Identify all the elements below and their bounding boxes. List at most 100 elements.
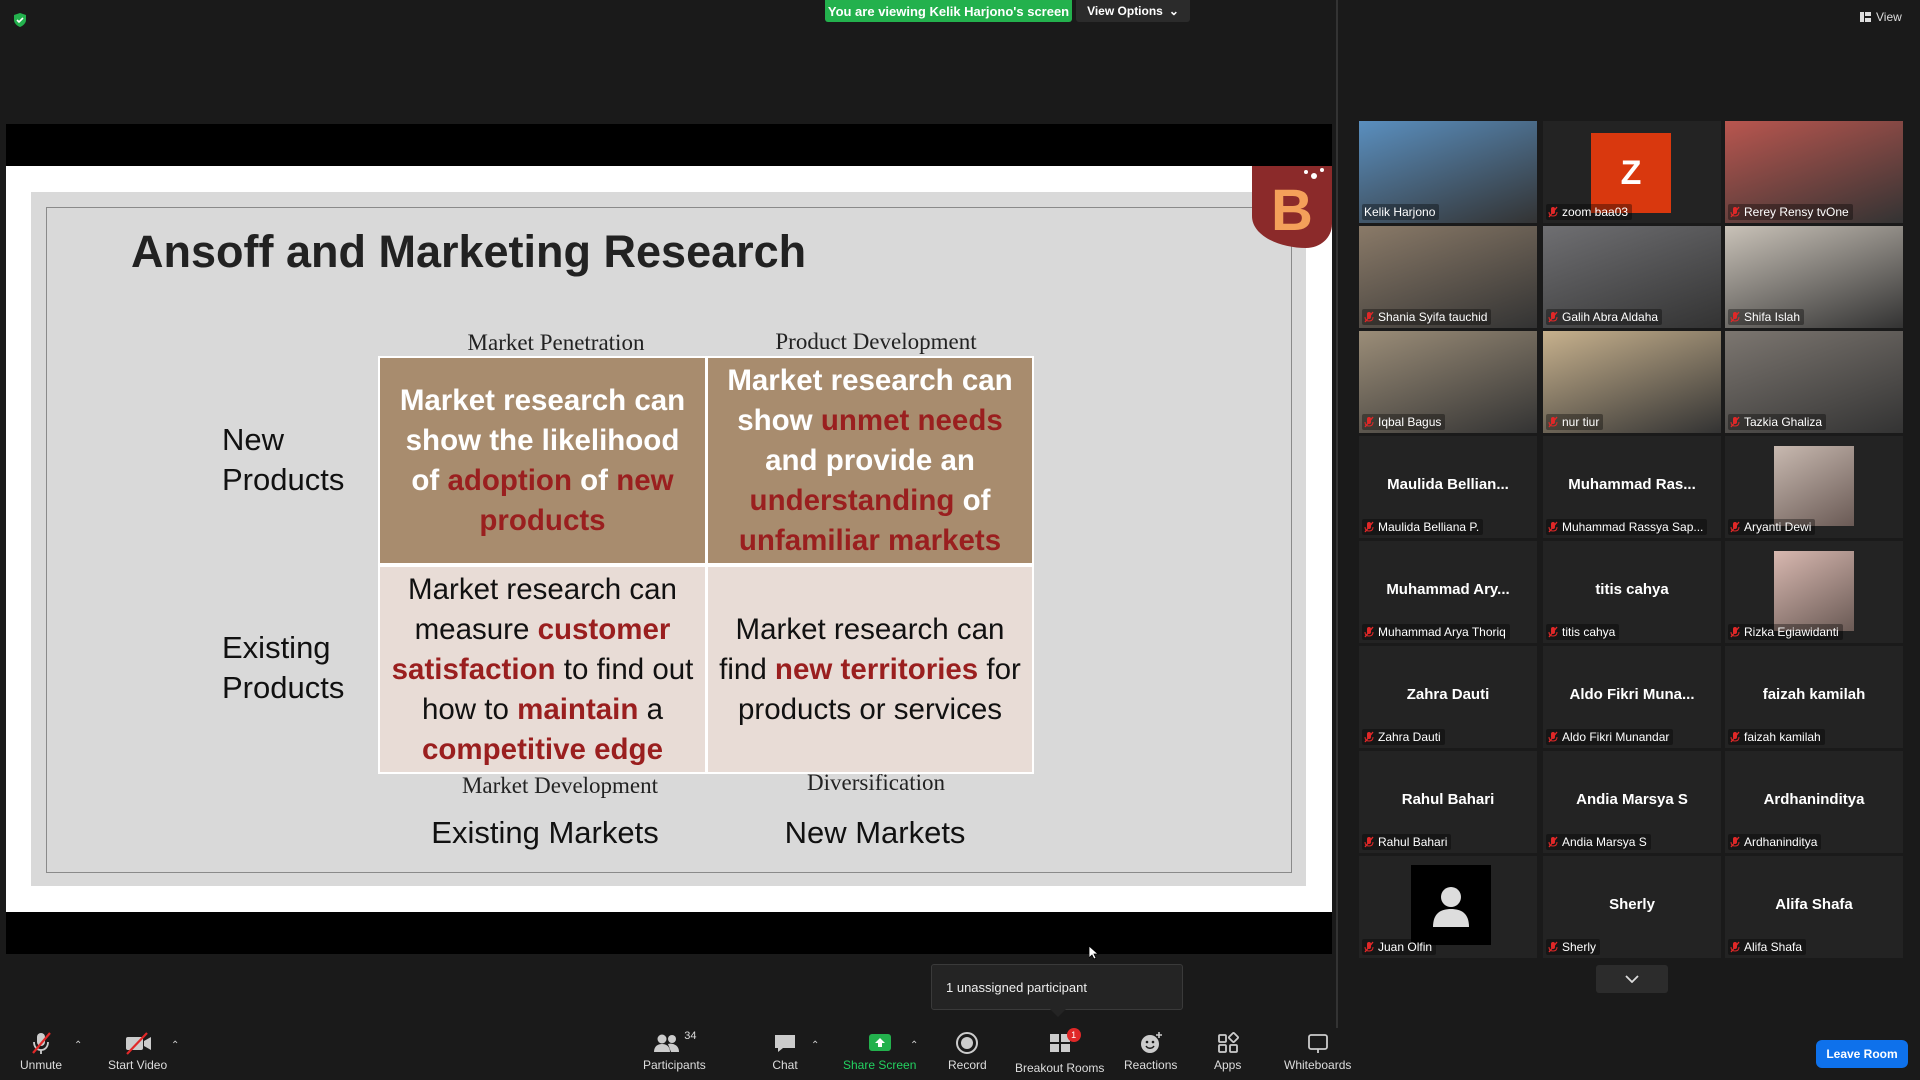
muted-mic-icon	[1364, 731, 1374, 743]
participant-tile[interactable]: Zzoom baa03	[1543, 121, 1721, 223]
viewing-banner-text: You are viewing Kelik Harjono's screen	[827, 3, 1070, 19]
participant-tile[interactable]: Shania Syifa tauchid	[1359, 226, 1537, 328]
cell-highlight: adoption	[447, 463, 572, 497]
muted-mic-icon	[1730, 521, 1740, 533]
participant-tile[interactable]: Tazkia Ghaliza	[1725, 331, 1903, 433]
start-video-label: Start Video	[108, 1058, 168, 1072]
breakout-rooms-label: Breakout Rooms	[1015, 1061, 1105, 1075]
participant-name-label: Rerey Rensy tvOne	[1728, 204, 1853, 220]
participant-name: faizah kamilah	[1744, 730, 1821, 744]
muted-mic-icon	[1364, 626, 1374, 638]
mouse-cursor-icon	[1088, 945, 1100, 965]
view-options-button[interactable]: View Options ⌄	[1076, 0, 1190, 22]
participant-tile[interactable]: Rerey Rensy tvOne	[1725, 121, 1903, 223]
panel-divider[interactable]	[1336, 0, 1338, 1030]
muted-mic-icon	[1364, 521, 1374, 533]
audio-options-caret-icon[interactable]: ⌃	[74, 1040, 82, 1051]
chat-button[interactable]: Chat	[772, 1030, 798, 1072]
participant-name: Juan Olfin	[1378, 940, 1433, 954]
header-market-development: Market Development	[461, 773, 659, 798]
row-label-new-line2: Products	[222, 462, 345, 497]
cell-text: and provide an	[765, 443, 975, 477]
participant-tile[interactable]: Juan Olfin	[1359, 856, 1537, 958]
view-options-label: View Options	[1087, 4, 1163, 18]
participant-tile[interactable]: Aryanti Dewi	[1725, 436, 1903, 538]
chevron-down-icon	[1625, 975, 1639, 983]
participant-name-label: Ardhaninditya	[1728, 834, 1822, 850]
leave-room-button[interactable]: Leave Room	[1816, 1040, 1908, 1068]
column-label-new-markets: New Markets	[784, 815, 966, 850]
participant-name-label: Tazkia Ghaliza	[1728, 414, 1827, 430]
participant-name-label: Andia Marsya S	[1546, 834, 1651, 850]
muted-mic-icon	[1730, 836, 1740, 848]
row-label-existing-line2: Products	[222, 670, 345, 705]
participant-tile[interactable]: titis cahya titis cahya	[1543, 541, 1721, 643]
participant-tile[interactable]: Zahra Dauti Zahra Dauti	[1359, 646, 1537, 748]
participant-name-label: Maulida Belliana P.	[1362, 519, 1484, 535]
participant-tile[interactable]: Muhammad Ary... Muhammad Arya Thoriq	[1359, 541, 1537, 643]
share-options-caret-icon[interactable]: ⌃	[910, 1040, 918, 1051]
profile-photo	[1774, 446, 1854, 526]
start-video-button[interactable]: Start Video	[108, 1030, 167, 1072]
cell-highlight: unfamiliar markets	[738, 523, 1002, 557]
participant-display-name: Alifa Shafa	[1775, 896, 1853, 913]
participant-tile[interactable]: Alifa Shafa Alifa Shafa	[1725, 856, 1903, 958]
ansoff-matrix: Market research can show the likelihood …	[378, 356, 1034, 774]
participant-tile[interactable]: Kelik Harjono	[1359, 121, 1537, 223]
participant-tile[interactable]: Muhammad Ras... Muhammad Rassya Sap...	[1543, 436, 1721, 538]
muted-mic-icon	[1730, 311, 1740, 323]
record-button[interactable]: Record	[948, 1030, 987, 1072]
participants-icon	[654, 1034, 680, 1052]
participant-tile[interactable]: Rizka Egiawidanti	[1725, 541, 1903, 643]
participant-display-name: Rahul Bahari	[1401, 791, 1495, 808]
muted-mic-icon	[1548, 206, 1558, 218]
participant-tile[interactable]: Shifa Islah	[1725, 226, 1903, 328]
participant-tile[interactable]: Galih Abra Aldaha	[1543, 226, 1721, 328]
participant-name-label: Muhammad Arya Thoriq	[1362, 624, 1510, 640]
muted-mic-icon	[1730, 941, 1740, 953]
breakout-rooms-button[interactable]: 1 Breakout Rooms	[1015, 1028, 1105, 1075]
gallery-next-page-button[interactable]	[1596, 965, 1668, 993]
cell-market-development: Market research can measure customer sat…	[380, 567, 705, 772]
participant-name: Zahra Dauti	[1378, 730, 1441, 744]
participant-name: zoom baa03	[1562, 205, 1629, 219]
unmute-button[interactable]: Unmute	[20, 1030, 62, 1072]
viewing-screen-banner: You are viewing Kelik Harjono's screen	[825, 0, 1072, 22]
apps-button[interactable]: Apps	[1214, 1030, 1241, 1072]
participant-tile[interactable]: faizah kamilah faizah kamilah	[1725, 646, 1903, 748]
security-shield-icon[interactable]	[12, 12, 28, 28]
whiteboards-label: Whiteboards	[1284, 1058, 1352, 1072]
video-options-caret-icon[interactable]: ⌃	[171, 1040, 179, 1051]
participant-display-name: Zahra Dauti	[1406, 686, 1490, 703]
cell-text: a	[638, 692, 664, 726]
view-label: View	[1876, 10, 1902, 24]
participant-tile[interactable]: Aldo Fikri Muna... Aldo Fikri Munandar	[1543, 646, 1721, 748]
participant-name: Shania Syifa tauchid	[1378, 310, 1488, 324]
participant-tile[interactable]: Rahul Bahari Rahul Bahari	[1359, 751, 1537, 853]
cell-highlight: competitive edge	[422, 732, 663, 766]
participant-tile[interactable]: nur tiur	[1543, 331, 1721, 433]
row-label-new-products: New Products	[222, 420, 344, 500]
participant-display-name: Muhammad Ary...	[1386, 581, 1510, 598]
cell-text: of	[954, 483, 991, 517]
participant-avatar: Z	[1591, 133, 1671, 213]
grid-view-icon	[1860, 12, 1871, 22]
whiteboards-button[interactable]: Whiteboards	[1284, 1030, 1351, 1072]
participant-name: Kelik Harjono	[1364, 205, 1436, 219]
chat-options-caret-icon[interactable]: ⌃	[811, 1040, 819, 1051]
participant-name: Shifa Islah	[1744, 310, 1801, 324]
muted-mic-icon	[1548, 311, 1558, 323]
participant-tile[interactable]: Iqbal Bagus	[1359, 331, 1537, 433]
participant-tile[interactable]: Maulida Bellian... Maulida Belliana P.	[1359, 436, 1537, 538]
whiteboard-icon	[1307, 1034, 1328, 1053]
reactions-button[interactable]: Reactions	[1124, 1030, 1177, 1072]
participant-name: Tazkia Ghaliza	[1744, 415, 1823, 429]
participant-name: Galih Abra Aldaha	[1562, 310, 1659, 324]
cell-highlight: understanding	[749, 483, 955, 517]
participants-button[interactable]: 34 Participants	[643, 1030, 706, 1072]
participant-tile[interactable]: Sherly Sherly	[1543, 856, 1721, 958]
share-screen-button[interactable]: Share Screen	[843, 1030, 916, 1072]
participant-tile[interactable]: Andia Marsya S Andia Marsya S	[1543, 751, 1721, 853]
view-button[interactable]: View	[1860, 10, 1902, 24]
participant-tile[interactable]: Ardhaninditya Ardhaninditya	[1725, 751, 1903, 853]
